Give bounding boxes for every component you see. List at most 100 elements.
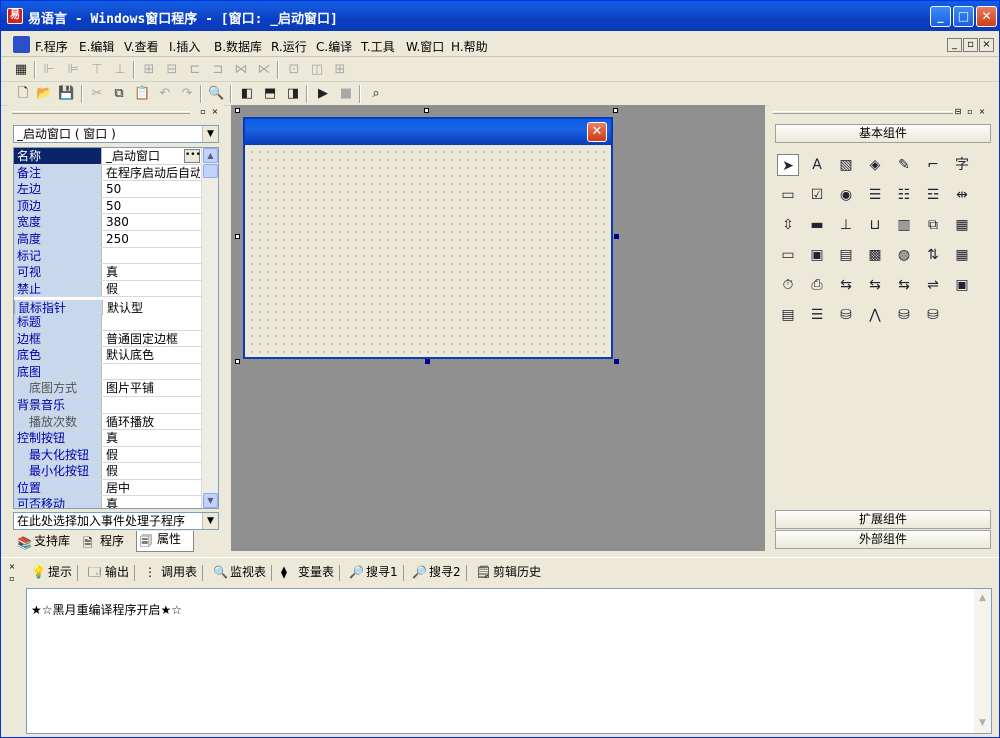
property-row[interactable]: 最小化按钮假 — [14, 463, 218, 480]
object-select[interactable]: _启动窗口 ( 窗口 ) ▼ — [13, 125, 219, 143]
property-row[interactable]: 可视真 — [14, 264, 218, 281]
new-file-icon[interactable]: 🗋 — [15, 86, 31, 102]
tab-watch[interactable]: 🔍 监视表 — [210, 564, 273, 582]
property-value[interactable]: 默认型 — [105, 300, 201, 315]
property-row[interactable]: 底图方式 图片平铺 — [14, 380, 218, 397]
same-height-icon[interactable]: ⊐ — [210, 62, 226, 78]
server-icon[interactable]: ⇆ — [893, 274, 915, 296]
resize-handle[interactable] — [235, 108, 240, 113]
layout-right-icon[interactable]: ◨ — [285, 86, 301, 102]
design-surface[interactable]: ✕ — [231, 105, 765, 551]
redo-icon[interactable]: ↷ — [179, 86, 195, 102]
property-value[interactable]: 真 — [104, 264, 200, 280]
undo-icon[interactable]: ↶ — [157, 86, 173, 102]
space-horizontal-icon[interactable]: ⋈ — [233, 62, 249, 78]
tab-variables[interactable]: ⧫ 变量表 — [278, 564, 341, 582]
property-row[interactable]: 底色 默认底色 — [14, 347, 218, 364]
align-bottom-icon[interactable]: ⊥ — [112, 62, 128, 78]
menu-help[interactable]: H.帮助 — [451, 38, 488, 55]
scroll-up-icon[interactable]: ▲ — [975, 591, 990, 606]
grid-icon[interactable]: ⊞ — [332, 62, 348, 78]
gif-icon[interactable]: ▣ — [806, 244, 828, 266]
spin-icon[interactable]: ⇳ — [777, 214, 799, 236]
groupbox-icon[interactable]: ⌐ — [922, 154, 944, 176]
panel-float-icon[interactable]: ▫ — [7, 574, 17, 584]
property-row[interactable]: 控制按钮真 — [14, 430, 218, 447]
tab-output[interactable]: 🗔 输出 — [85, 564, 136, 582]
pointer-icon[interactable]: ➤ — [777, 154, 799, 176]
picture-icon[interactable]: ▧ — [835, 154, 857, 176]
property-row[interactable]: 最大化按钮假 — [14, 446, 218, 464]
tab-program[interactable]: 🗎 程序 — [80, 533, 124, 551]
property-value[interactable] — [104, 397, 200, 413]
grid-icon[interactable]: ▦ — [951, 214, 973, 236]
paste-icon[interactable]: 📋 — [134, 86, 150, 102]
property-row[interactable]: 高度 250 — [14, 230, 218, 248]
label-icon[interactable]: A — [806, 154, 828, 176]
client-icon[interactable]: ⇆ — [864, 274, 886, 296]
mdi-minimize-button[interactable]: _ — [947, 38, 962, 52]
globe-icon[interactable]: ◍ — [893, 244, 915, 266]
tab-search2[interactable]: 🔎 搜寻2 — [409, 564, 467, 582]
resize-handle[interactable] — [235, 234, 240, 239]
property-value[interactable]: 假 — [104, 447, 200, 463]
textbox-icon[interactable]: ▭ — [777, 244, 799, 266]
property-value[interactable] — [104, 314, 200, 330]
run-icon[interactable]: ▶ — [315, 86, 331, 102]
layout-top-icon[interactable]: ⬒ — [262, 86, 278, 102]
property-value[interactable]: 默认底色 — [104, 347, 200, 363]
panel-close-icon[interactable]: × — [977, 107, 987, 117]
output-textarea[interactable]: ★☆黑月重编译程序开启★☆ ▲ ▼ — [26, 588, 992, 734]
port-icon[interactable]: ⇌ — [922, 274, 944, 296]
property-value[interactable]: 在程序启动后自动 — [104, 165, 200, 181]
bring-front-icon[interactable]: ◫ — [309, 62, 325, 78]
stop-icon[interactable]: ■ — [338, 86, 354, 102]
tab-clip-history[interactable]: 🗒 剪辑历史 — [473, 564, 541, 582]
tab-icon[interactable]: ⊔ — [864, 214, 886, 236]
same-width-icon[interactable]: ⊏ — [187, 62, 203, 78]
basic-components-button[interactable]: 基本组件 — [775, 124, 991, 143]
chevron-down-icon[interactable]: ▼ — [202, 126, 218, 142]
property-row[interactable]: 左边 50 — [14, 181, 218, 198]
property-value[interactable]: _启动窗口 ••• — [104, 148, 200, 164]
list-icon[interactable]: ☲ — [922, 184, 944, 206]
property-value[interactable]: 50 — [104, 181, 200, 197]
db-grid-icon[interactable]: ▤ — [777, 304, 799, 326]
network-icon[interactable]: ⇆ — [835, 274, 857, 296]
minimize-button[interactable]: _ — [930, 6, 951, 27]
tab-search1[interactable]: 🔎 搜寻1 — [346, 564, 404, 582]
tab-library[interactable]: 📚 支持库 — [14, 533, 70, 551]
property-row[interactable]: 备注 在程序启动后自动 — [14, 164, 218, 182]
button-icon[interactable]: ▭ — [777, 184, 799, 206]
mdi-close-button[interactable]: × — [979, 38, 994, 52]
external-components-button[interactable]: 外部组件 — [775, 530, 991, 549]
calendar-icon[interactable]: ▦ — [951, 244, 973, 266]
space-vertical-icon[interactable]: ⋉ — [256, 62, 272, 78]
property-value[interactable]: 真 — [104, 430, 200, 446]
property-row[interactable]: 背景音乐 — [14, 396, 218, 414]
property-value[interactable]: 真 — [104, 496, 200, 508]
property-row[interactable]: 边框 普通固定边框 — [14, 330, 218, 348]
copy-icon[interactable]: ⧉ — [111, 86, 127, 102]
property-value[interactable]: 假 — [104, 281, 200, 297]
tab-properties[interactable]: 🗐 属性 — [136, 531, 194, 552]
property-value[interactable]: 假 — [104, 463, 200, 479]
property-row[interactable]: 底图 — [14, 363, 218, 381]
form-canvas[interactable] — [245, 145, 611, 357]
progress-icon[interactable]: ▬ — [806, 214, 828, 236]
resize-handle[interactable] — [425, 359, 430, 364]
calculator-icon[interactable]: ▦ — [13, 62, 29, 78]
menu-database[interactable]: B.数据库 — [214, 38, 262, 55]
radio-icon[interactable]: ◉ — [835, 184, 857, 206]
resize-handle[interactable] — [424, 108, 429, 113]
tab-hint[interactable]: 💡 提示 — [28, 564, 79, 582]
property-row[interactable]: 禁止假 — [14, 280, 218, 298]
shape-icon[interactable]: ◈ — [864, 154, 886, 176]
form-title-bar[interactable]: ✕ — [245, 119, 611, 145]
ellipsis-button[interactable]: ••• — [184, 149, 200, 163]
property-scrollbar[interactable]: ▲ ▼ — [201, 148, 218, 508]
odbc2-icon[interactable]: ⛁ — [922, 304, 944, 326]
form-close-icon[interactable]: ✕ — [587, 122, 607, 142]
property-row[interactable]: 顶边 50 — [14, 197, 218, 215]
menu-program[interactable]: F.程序 — [35, 38, 68, 55]
